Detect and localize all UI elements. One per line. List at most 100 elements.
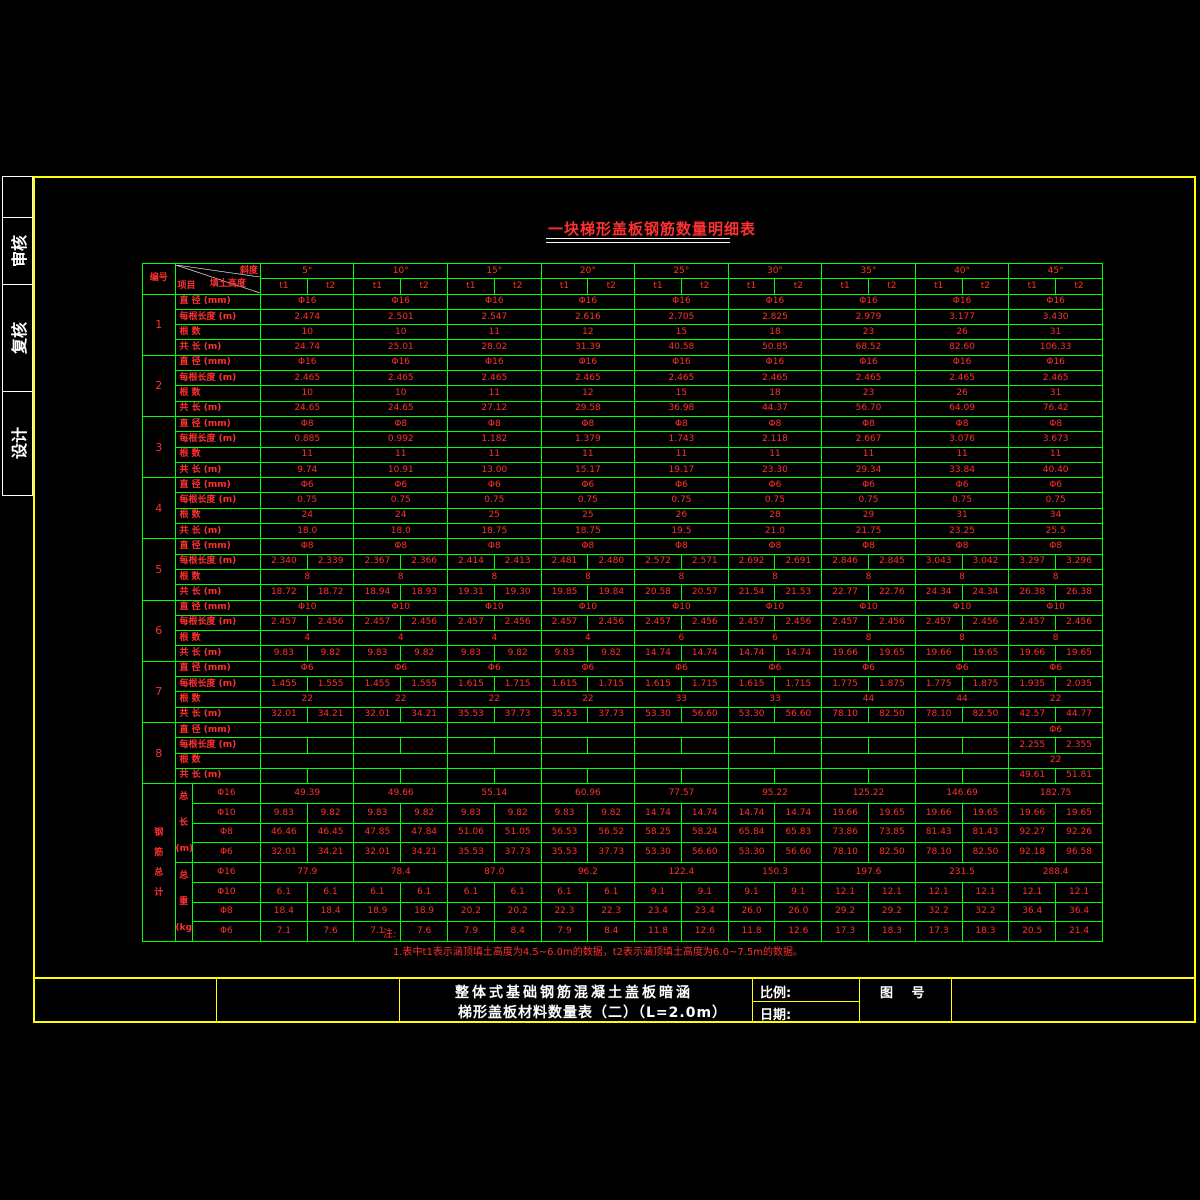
- value-cell: 34.21: [306, 706, 355, 723]
- value-cell: 28: [727, 507, 823, 525]
- diameter-label: Φ10: [191, 802, 261, 824]
- value-cell: 14.74: [727, 645, 776, 662]
- value-cell: 40.58: [634, 339, 729, 356]
- value-cell: 53.30: [634, 842, 682, 864]
- value-cell: 50.85: [727, 339, 823, 356]
- table-row: 6直 径 (mm) Φ10 Φ10 Φ10 Φ10 Φ10 Φ10 Φ10 Φ10 Φ10: [142, 599, 1103, 662]
- value-cell: [821, 721, 916, 739]
- value-cell: 2.845: [867, 553, 916, 570]
- value-cell: 8: [1008, 568, 1103, 586]
- value-cell: Φ6: [540, 660, 636, 678]
- value-cell: 8: [634, 568, 729, 586]
- value-cell: [447, 752, 542, 769]
- value-cell: 19.65: [867, 645, 916, 662]
- value-cell: [400, 767, 449, 785]
- value-cell: 1.615: [634, 676, 682, 693]
- t1-header: t1: [353, 278, 402, 295]
- value-cell: 0.75: [259, 492, 355, 509]
- row-label-tot: 共 长 (m): [174, 706, 261, 723]
- value-cell: 12.1: [867, 881, 916, 903]
- value-cell: Φ16: [727, 293, 823, 310]
- table-row: 1直 径 (mm) Φ16 Φ16 Φ16 Φ16 Φ16 Φ16 Φ16 Φ16 Φ16: [142, 293, 1103, 356]
- value-cell: 37.73: [587, 706, 636, 723]
- value-cell: 28.02: [447, 339, 542, 356]
- value-cell: Φ6: [914, 477, 1010, 494]
- value-cell: 18.0: [259, 523, 355, 540]
- table-row: 共 长 (m) 32.01 34.21 32.01 34.21 35.53 37.73 35.…: [143, 706, 1103, 723]
- value-cell: 9.83: [540, 645, 589, 662]
- angle-header-4: 25°: [634, 262, 729, 280]
- value-cell: 53.30: [634, 706, 682, 723]
- value-cell: 11: [353, 446, 449, 463]
- value-cell: 20.2: [493, 901, 542, 923]
- value-cell: [353, 721, 449, 739]
- t2-header: t2: [867, 278, 916, 295]
- value-cell: 29.2: [867, 901, 916, 923]
- value-cell: 8: [821, 630, 916, 647]
- value-cell: 27.12: [447, 400, 542, 417]
- value-cell: 11: [540, 446, 636, 463]
- value-cell: 23.4: [680, 901, 729, 923]
- value-cell: 9.83: [259, 802, 308, 824]
- value-cell: 2.692: [727, 553, 776, 570]
- value-cell: Φ16: [353, 293, 449, 310]
- value-cell: [447, 767, 495, 785]
- value-cell: 33.84: [914, 461, 1010, 479]
- value-cell: 9.83: [259, 645, 308, 662]
- value-cell: [821, 752, 916, 769]
- value-cell: Φ8: [727, 538, 823, 555]
- value-cell: 8: [540, 568, 636, 586]
- value-cell: 20.2: [447, 901, 495, 923]
- value-cell: Φ8: [914, 415, 1010, 433]
- value-cell: 34.21: [400, 842, 449, 864]
- value-cell: 1.455: [353, 676, 402, 693]
- value-cell: 26: [914, 324, 1010, 341]
- date-label: 日期:: [760, 1008, 792, 1023]
- value-cell: 12: [540, 324, 636, 341]
- table-row: 共 长 (m) 9.74 10.91 13.00 15.17 19.17 23.30 29.3…: [143, 461, 1103, 479]
- value-cell: 47.85: [353, 822, 402, 844]
- value-cell: 2.465: [821, 370, 916, 387]
- value-cell: [774, 767, 823, 785]
- value-cell: 81.43: [961, 822, 1010, 844]
- value-cell: 20.57: [680, 584, 729, 601]
- value-cell: 9.74: [259, 461, 355, 479]
- value-cell: 19.66: [821, 645, 869, 662]
- t2-header: t2: [493, 278, 542, 295]
- t2-header: t2: [774, 278, 823, 295]
- value-cell: 12.1: [914, 881, 963, 903]
- value-cell: 76.42: [1008, 400, 1103, 417]
- value-cell: 49.61: [1008, 767, 1057, 785]
- value-cell: Φ6: [447, 477, 542, 494]
- group-number: 4: [142, 477, 176, 540]
- value-cell: 8: [821, 568, 916, 586]
- group-number: 1: [142, 293, 176, 356]
- row-label-dia: 直 径 (mm): [174, 660, 261, 678]
- t2-header: t2: [587, 278, 636, 295]
- table-row: 每根长度 (m) 2.457 2.456 2.457 2.456 2.457 2.456 2.…: [143, 614, 1103, 632]
- table-row: 根 数 10 10 11 12 15 18 23 26 31: [143, 385, 1103, 402]
- value-cell: 31: [1008, 385, 1103, 402]
- value-cell: 1.875: [961, 676, 1010, 693]
- value-cell: 36.98: [634, 400, 729, 417]
- value-cell: Φ8: [447, 538, 542, 555]
- value-cell: 2.457: [634, 614, 682, 632]
- value-cell: 2.457: [821, 614, 869, 632]
- group-number: 6: [142, 599, 176, 662]
- value-cell: 9.1: [634, 881, 682, 903]
- table-row: 8直 径 (mm) Φ6: [142, 721, 1103, 785]
- drawing-number-label: 图 号: [880, 986, 925, 1001]
- value-cell: Φ8: [914, 538, 1010, 555]
- value-cell: [634, 737, 682, 754]
- value-cell: 7.1: [259, 921, 308, 943]
- header-diagonal-cell: 斜度 填土高度 项目: [174, 263, 261, 295]
- value-cell: 19.30: [493, 584, 542, 601]
- value-cell: 18.3: [961, 921, 1010, 943]
- table-row: 每根长度 (m) 2.255 2.355: [143, 737, 1103, 754]
- value-cell: [680, 767, 729, 785]
- value-cell: 6.1: [493, 881, 542, 903]
- value-cell: 2.465: [259, 370, 355, 387]
- value-cell: 0.75: [821, 492, 916, 509]
- summary-row: Φ10 6.1 6.1 6.1 6.1 6.1 6.1 6.1 6.1 9.1 9.1 9.1 9.1 1…: [143, 881, 1103, 903]
- side-cell-review: 审核: [3, 217, 32, 285]
